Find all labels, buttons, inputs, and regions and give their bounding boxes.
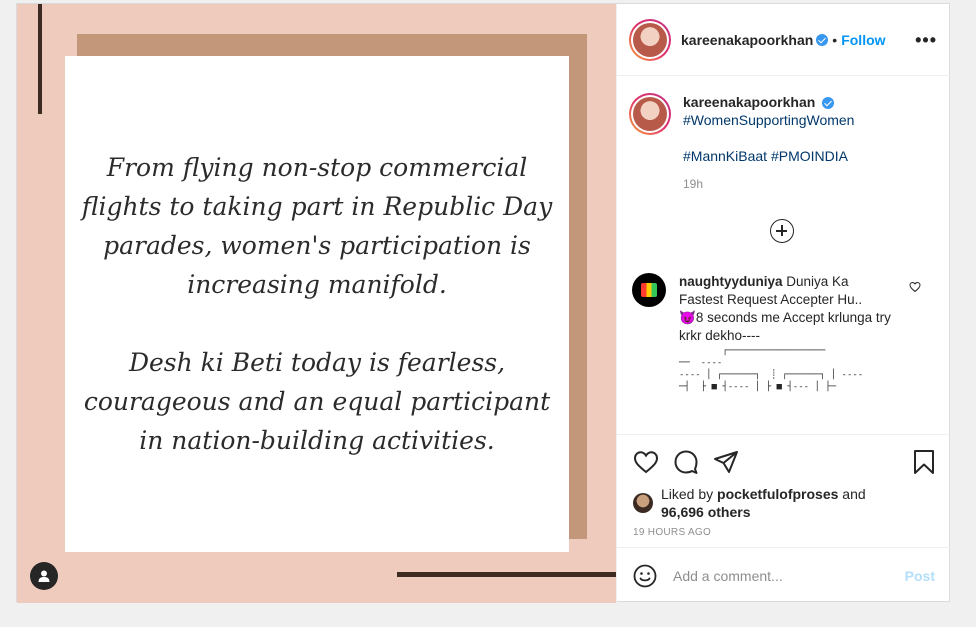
author-avatar[interactable] — [629, 18, 671, 61]
commenter-avatar[interactable] — [632, 273, 666, 307]
comment-input[interactable] — [673, 567, 905, 584]
comment-item: naughtyyduniya Duniya Ka Fastest Request… — [629, 273, 935, 393]
decorative-horizontal-line — [397, 572, 616, 577]
comments-section[interactable]: kareenakapoorkhan #WomenSupportingWomen … — [617, 77, 951, 434]
comment-ascii-art: ┌────────────────── ── ---- ---- │ ┌────… — [679, 346, 864, 392]
hashtag-link[interactable]: #PMOINDIA — [771, 148, 848, 164]
quote-paragraph-2: Desh ki Beti today is fearless, courageo… — [83, 348, 551, 455]
save-bookmark-icon[interactable] — [913, 449, 935, 475]
post-side-panel: kareenakapoorkhan • Follow ••• kareenaka… — [616, 4, 951, 603]
likes-count[interactable]: 96,696 others — [661, 504, 751, 520]
liker-avatar[interactable] — [633, 493, 653, 513]
follow-button[interactable]: Follow — [841, 32, 885, 48]
hashtag-link[interactable]: #MannKiBaat — [683, 148, 767, 164]
post-comment-button[interactable]: Post — [905, 568, 935, 584]
caption-body: kareenakapoorkhan #WomenSupportingWomen … — [683, 93, 854, 193]
likes-summary: Liked by pocketfulofproses and 96,696 ot… — [633, 485, 935, 521]
tagged-users-button[interactable] — [30, 562, 58, 590]
user-icon — [38, 570, 50, 582]
comment-text-line2: 8 seconds me Accept krlunga try krkr dek… — [679, 310, 891, 343]
caption-username[interactable]: kareenakapoorkhan — [683, 94, 815, 110]
like-heart-icon[interactable] — [633, 450, 659, 474]
caption-avatar[interactable] — [629, 93, 671, 135]
post-timestamp: 19 HOURS AGO — [633, 527, 712, 538]
comment-body: naughtyyduniya Duniya Ka Fastest Request… — [679, 273, 894, 393]
post-caption: kareenakapoorkhan #WomenSupportingWomen … — [629, 93, 935, 193]
quote-card: From flying non-stop commercial flights … — [65, 56, 569, 552]
add-comment-bar: Post — [617, 547, 951, 603]
quote-paragraph-1: From flying non-stop commercial flights … — [81, 153, 553, 299]
share-paper-plane-icon[interactable] — [713, 450, 739, 474]
comment-emoji: 😈 — [679, 310, 696, 325]
header-info: kareenakapoorkhan • Follow — [681, 32, 886, 48]
like-comment-icon[interactable] — [909, 281, 921, 293]
load-more-comments-icon[interactable] — [770, 219, 794, 243]
post-image[interactable]: From flying non-stop commercial flights … — [17, 4, 616, 603]
action-icons — [633, 447, 935, 477]
verified-badge-icon — [822, 97, 835, 110]
decorative-vertical-line — [38, 4, 42, 114]
commenter-username[interactable]: naughtyyduniya — [679, 274, 783, 289]
post-actions: Liked by pocketfulofproses and 96,696 ot… — [617, 434, 951, 538]
author-username[interactable]: kareenakapoorkhan — [681, 32, 813, 48]
liker-username[interactable]: pocketfulofproses — [717, 486, 838, 502]
instagram-post: From flying non-stop commercial flights … — [16, 3, 951, 603]
post-header: kareenakapoorkhan • Follow ••• — [617, 4, 951, 76]
emoji-smiley-icon[interactable] — [633, 564, 657, 588]
more-options-icon[interactable]: ••• — [915, 30, 937, 51]
verified-badge-icon — [816, 33, 829, 46]
liked-by-prefix: Liked by — [661, 486, 714, 502]
liked-by-and: and — [842, 486, 866, 502]
hashtag-link[interactable]: #WomenSupportingWomen — [683, 111, 854, 129]
comment-bubble-icon[interactable] — [673, 449, 699, 475]
header-separator: • — [832, 31, 838, 48]
caption-time: 19h — [683, 177, 704, 191]
